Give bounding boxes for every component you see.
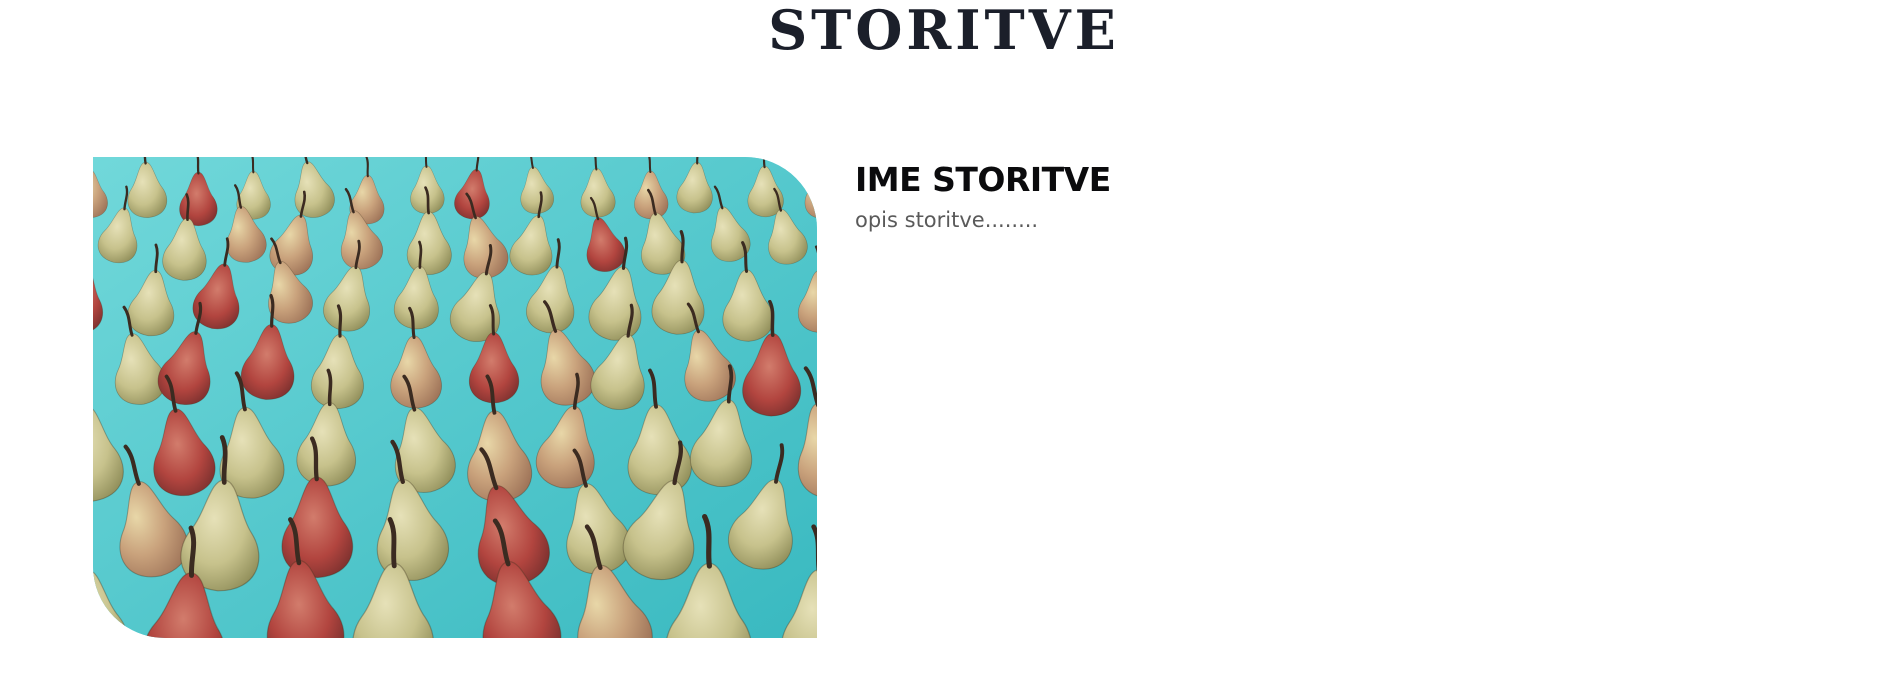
page-title: STORITVE (768, 0, 1120, 62)
service-image (93, 157, 817, 638)
service-card: IME STORITVE opis storitve........ (93, 157, 1793, 638)
service-description: opis storitve........ (855, 208, 1039, 232)
pears-photo (93, 157, 817, 638)
service-text: IME STORITVE opis storitve........ (855, 160, 1755, 234)
service-name: IME STORITVE (855, 160, 1111, 199)
